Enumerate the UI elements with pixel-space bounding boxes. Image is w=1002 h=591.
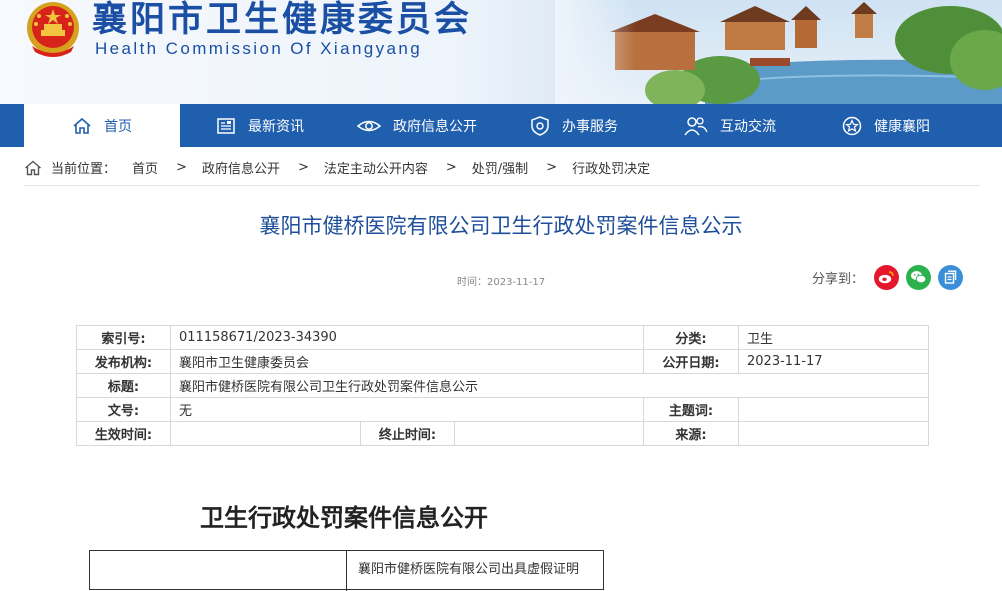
people-icon (684, 116, 708, 135)
weibo-share-button[interactable] (874, 264, 900, 290)
table-row: 生效时间: 终止时间: 来源: (76, 421, 930, 446)
breadcrumb-separator: > (176, 160, 187, 175)
doc-number-value: 无 (169, 397, 645, 422)
site-title: 襄阳市卫生健康委员会 (92, 0, 473, 40)
wechat-share-button[interactable] (906, 264, 932, 290)
copy-icon (944, 270, 957, 284)
source-label: 来源: (643, 421, 740, 446)
nav-item-label: 政府信息公开 (393, 118, 477, 135)
shield-icon (531, 115, 549, 136)
table-row: 文号: 无 主题词: (76, 397, 930, 422)
source-value (738, 421, 930, 446)
breadcrumb-separator: > (297, 160, 309, 175)
breadcrumb-label: 当前位置： (51, 162, 117, 177)
nav-item-news[interactable]: 最新资讯 (216, 104, 304, 147)
publish-date-value: 2023-11-17 (738, 349, 930, 374)
subject-label: 标题: (76, 373, 171, 398)
category-label: 分类: (643, 325, 740, 350)
subject-value: 襄阳市健桥医院有限公司卫生行政处罚案件信息公示 (169, 373, 930, 398)
share-label: 分享到： (812, 271, 865, 287)
breadcrumb: 当前位置： 首页 > 政府信息公开 > 法定主动公开内容 > 处罚/强制 > 行… (0, 150, 1002, 186)
index-value: 011158671/2023-34390 (169, 325, 645, 350)
effective-date-label: 生效时间: (76, 421, 171, 446)
home-icon (25, 160, 41, 175)
nav-item-services[interactable]: 办事服务 (530, 104, 618, 147)
weibo-icon (878, 271, 894, 284)
home-icon (73, 117, 91, 134)
expiry-date-value (453, 421, 645, 446)
effective-date-value (170, 421, 361, 446)
breadcrumb-item-penalty[interactable]: 处罚/强制 (472, 158, 528, 177)
article-title: 襄阳市健桥医院有限公司卫生行政处罚案件信息公示 (259, 214, 743, 238)
index-label: 索引号: (76, 325, 171, 350)
publish-time: 时间：2023-11-17 (457, 277, 546, 288)
breadcrumb-separator: > (445, 160, 457, 175)
content-heading: 卫生行政处罚案件信息公开 (200, 504, 488, 532)
breadcrumb-item-gov-info[interactable]: 政府信息公开 (202, 158, 280, 177)
table-row: 发布机构: 襄阳市卫生健康委员会 公开日期: 2023-11-17 (76, 349, 930, 374)
nav-item-label: 首页 (104, 118, 132, 135)
eye-icon (357, 120, 381, 131)
nav-item-label: 办事服务 (562, 118, 618, 135)
nav-item-interaction[interactable]: 互动交流 (684, 104, 776, 147)
table-row: 索引号: 011158671/2023-34390 分类: 卫生 (76, 325, 930, 350)
keywords-label: 主题词: (643, 397, 740, 422)
table-cell (90, 551, 347, 591)
banner-scenery-image (555, 0, 1002, 104)
breadcrumb-separator: > (546, 160, 558, 175)
nav-item-label: 健康襄阳 (874, 118, 930, 135)
nav-item-label: 互动交流 (720, 118, 776, 135)
publisher-label: 发布机构: (76, 349, 171, 374)
publisher-value: 襄阳市卫生健康委员会 (169, 349, 645, 374)
nav-item-label: 最新资讯 (248, 118, 304, 135)
penalty-content-table: 襄阳市健桥医院有限公司出具虚假证明 (89, 550, 604, 591)
document-info-table: 索引号: 011158671/2023-34390 分类: 卫生 发布机构: 襄… (76, 325, 930, 446)
breadcrumb-item-statutory[interactable]: 法定主动公开内容 (324, 158, 428, 177)
national-emblem-icon (27, 2, 79, 57)
nav-item-home[interactable]: 首页 (24, 104, 180, 147)
copy-link-button[interactable] (938, 264, 964, 290)
table-row: 标题: 襄阳市健桥医院有限公司卫生行政处罚案件信息公示 (76, 373, 930, 398)
publish-date-label: 公开日期: (643, 349, 740, 374)
doc-number-label: 文号: (76, 397, 171, 422)
category-value: 卫生 (738, 325, 930, 350)
breadcrumb-item-home[interactable]: 首页 (132, 158, 158, 177)
keywords-value (738, 397, 930, 422)
star-badge-icon (842, 116, 862, 135)
nav-item-gov-info[interactable]: 政府信息公开 (357, 104, 477, 147)
nav-item-healthy-xiangyang[interactable]: 健康襄阳 (842, 104, 930, 147)
main-nav: 首页 最新资讯 政府信息公开 办事服务 互动交流 健康襄阳 (0, 104, 1002, 147)
news-icon (217, 117, 235, 134)
table-cell-text: 襄阳市健桥医院有限公司出具虚假证明 (358, 562, 580, 577)
site-header: 襄阳市卫生健康委员会 Health Commission Of Xiangyan… (0, 0, 1002, 104)
site-subtitle: Health Commission Of Xiangyang (95, 39, 423, 58)
share-bar: 分享到： (812, 264, 970, 290)
expiry-date-label: 终止时间: (360, 421, 455, 446)
breadcrumb-item-decision[interactable]: 行政处罚决定 (572, 158, 650, 177)
wechat-icon (911, 271, 927, 284)
